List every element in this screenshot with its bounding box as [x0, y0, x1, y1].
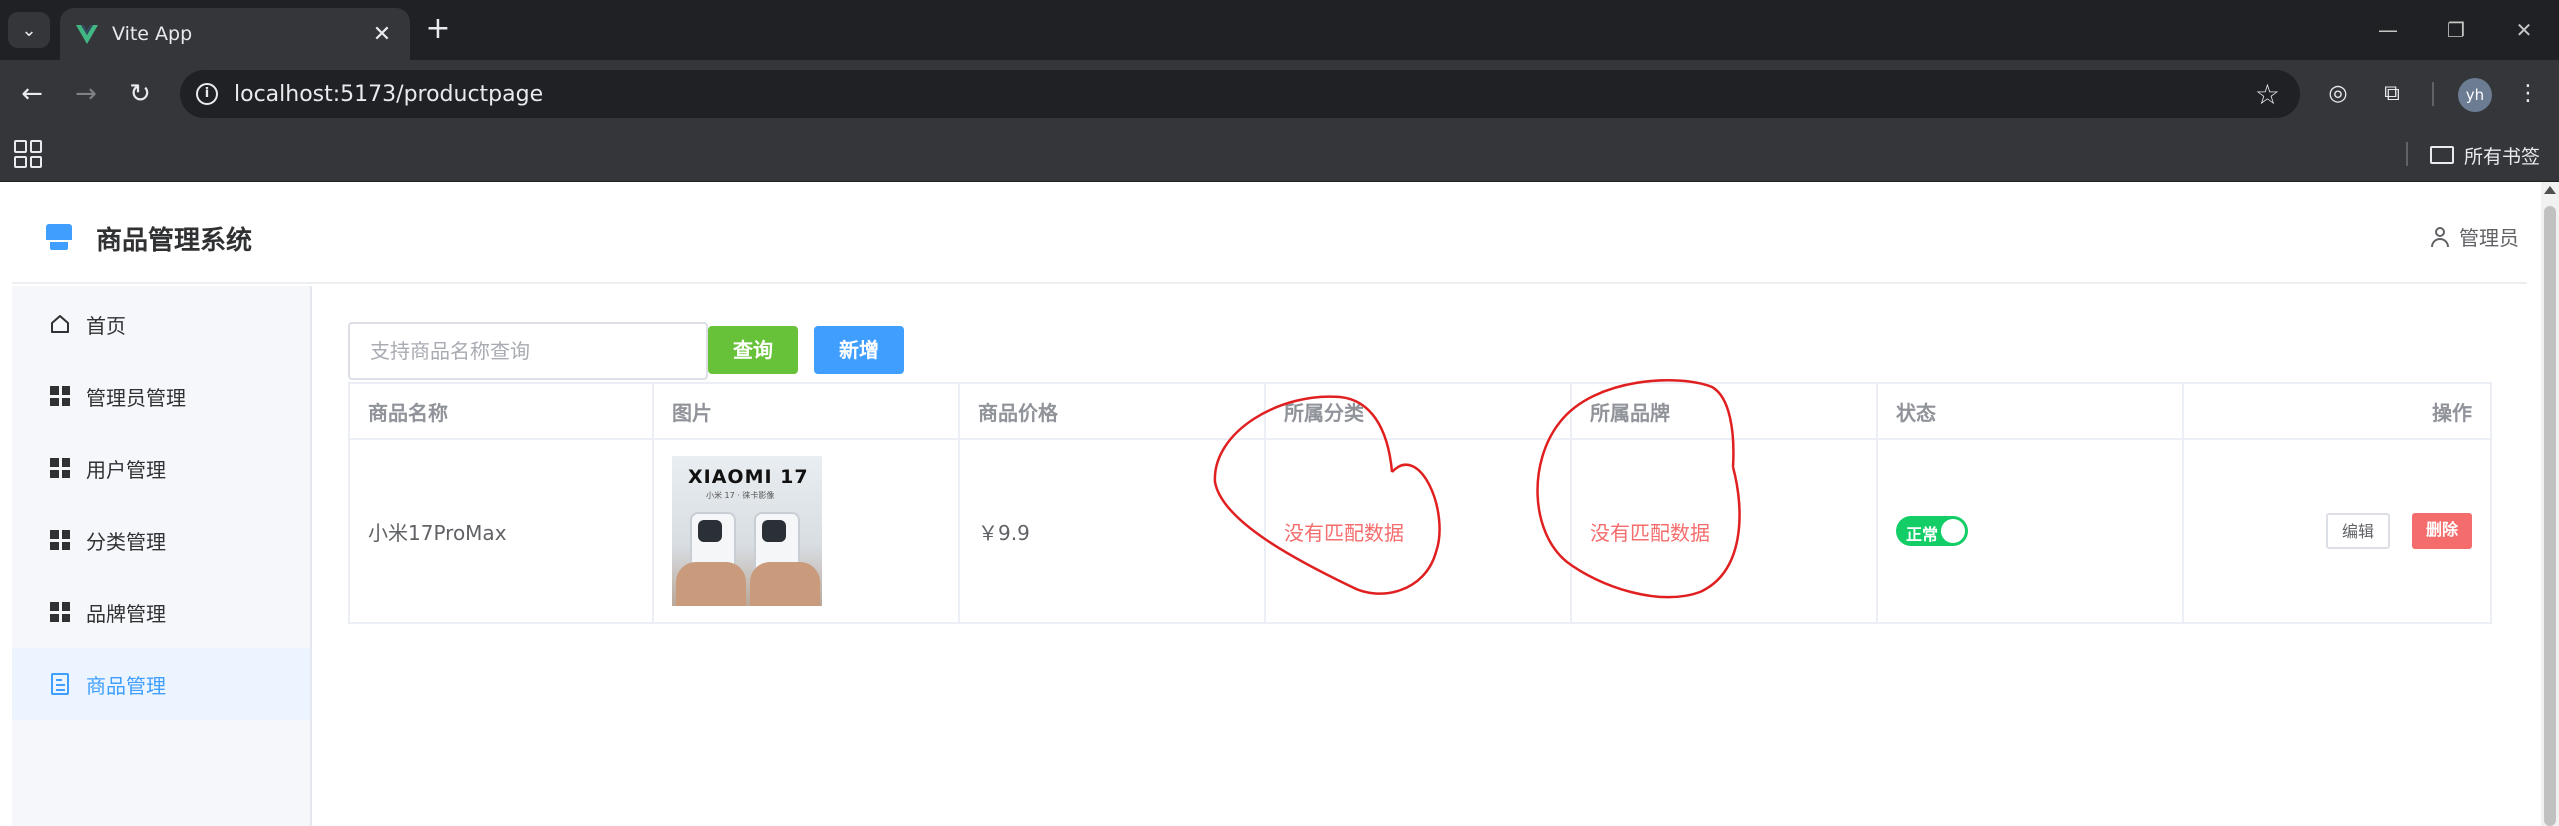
url-text[interactable]: localhost:5173/productpage — [234, 82, 2255, 107]
all-bookmarks-folder[interactable]: 所有书签 — [2430, 140, 2540, 170]
column-header: 图片 — [654, 384, 960, 438]
home-icon — [48, 312, 72, 336]
minimize-button[interactable]: — — [2364, 10, 2412, 50]
grid-icon — [48, 600, 72, 624]
sidebar-item-label: 用户管理 — [86, 457, 166, 482]
column-header: 所属品牌 — [1572, 384, 1878, 438]
image-subtitle: 小米 17 · 徕卡影像 — [706, 491, 775, 500]
brand-value: 没有匹配数据 — [1572, 440, 1878, 622]
column-header: 商品名称 — [348, 384, 654, 438]
site-info-icon[interactable]: i — [196, 83, 218, 105]
grid-icon — [48, 384, 72, 408]
grid-icon — [48, 528, 72, 552]
shop-logo-icon — [46, 224, 72, 250]
user-menu[interactable]: 管理员 — [2431, 222, 2519, 251]
incognito-icon[interactable]: ◎ — [2318, 74, 2358, 114]
extensions-icon[interactable]: ⧉ — [2372, 74, 2412, 114]
table-header-row: 商品名称 图片 商品价格 所属分类 所属品牌 状态 操作 — [348, 382, 2492, 440]
restore-button[interactable]: ❐ — [2432, 10, 2480, 50]
forward-button[interactable]: → — [66, 74, 106, 114]
back-button[interactable]: ← — [12, 74, 52, 114]
sidebar-item-products[interactable]: 商品管理 — [12, 648, 310, 720]
sidebar-item-admins[interactable]: 管理员管理 — [12, 360, 310, 432]
apps-grid-icon[interactable] — [14, 140, 42, 168]
query-button[interactable]: 查询 — [708, 326, 798, 374]
switch-knob — [1941, 519, 1965, 543]
page-viewport: 商品管理系统 管理员 首页 管理员管理 用户管理 分类管理 品牌管理 商品管理 … — [0, 182, 2559, 826]
user-icon — [2431, 226, 2449, 247]
bookmarks-separator — [2406, 142, 2408, 166]
bookmark-star-icon[interactable]: ☆ — [2255, 78, 2280, 111]
folder-icon — [2430, 146, 2454, 164]
main-content: 查询 新增 商品名称 图片 商品价格 所属分类 所属品牌 状态 操作 小米17P… — [314, 286, 2527, 826]
status-label: 正常 — [1906, 525, 1939, 544]
grid-icon — [48, 456, 72, 480]
delete-button[interactable]: 删除 — [2411, 513, 2472, 549]
address-bar[interactable]: i localhost:5173/productpage ☆ — [180, 70, 2300, 118]
user-name: 管理员 — [2459, 226, 2519, 250]
document-icon — [48, 672, 72, 696]
more-menu-icon[interactable]: ⋮ — [2508, 74, 2548, 114]
sidebar-item-label: 品牌管理 — [86, 601, 166, 626]
sidebar-item-brands[interactable]: 品牌管理 — [12, 576, 310, 648]
profile-avatar[interactable]: yh — [2458, 78, 2492, 112]
column-header: 商品价格 — [960, 384, 1266, 438]
column-header: 操作 — [2184, 384, 2492, 438]
table-row: 小米17ProMax XIAOMI 17 小米 17 · 徕卡影像 ￥9.9 没… — [348, 440, 2492, 624]
status-switch[interactable]: 正常 — [1896, 516, 1968, 546]
product-table: 商品名称 图片 商品价格 所属分类 所属品牌 状态 操作 小米17ProMax … — [348, 382, 2492, 624]
tab-close-icon[interactable]: ✕ — [368, 22, 396, 47]
product-image[interactable]: XIAOMI 17 小米 17 · 徕卡影像 — [672, 456, 822, 606]
product-price: ￥9.9 — [960, 440, 1266, 622]
sidebar-item-label: 分类管理 — [86, 529, 166, 554]
sidebar-item-label: 管理员管理 — [86, 385, 186, 410]
search-input[interactable] — [348, 322, 708, 380]
add-button[interactable]: 新增 — [814, 326, 904, 374]
reload-button[interactable]: ↻ — [120, 74, 160, 114]
app-header: 商品管理系统 管理员 — [12, 182, 2527, 284]
product-name: 小米17ProMax — [348, 440, 654, 622]
status-cell: 正常 — [1878, 440, 2184, 622]
scroll-up-arrow-icon[interactable] — [2544, 186, 2556, 194]
chevron-down-icon: ⌄ — [21, 19, 37, 41]
column-header: 状态 — [1878, 384, 2184, 438]
tab-title: Vite App — [112, 23, 193, 45]
bookmarks-bar: 所有书签 — [0, 128, 2559, 182]
sidebar-item-home[interactable]: 首页 — [12, 288, 310, 360]
vue-logo-icon — [76, 25, 98, 44]
sidebar-item-label: 商品管理 — [86, 673, 166, 698]
category-value: 没有匹配数据 — [1266, 440, 1572, 622]
browser-toolbar: ← → ↻ i localhost:5173/productpage ☆ ◎ ⧉… — [0, 60, 2559, 128]
column-header: 所属分类 — [1266, 384, 1572, 438]
actions-cell: 编辑 删除 — [2184, 440, 2492, 622]
close-window-button[interactable]: ✕ — [2500, 10, 2548, 50]
edit-button[interactable]: 编辑 — [2325, 513, 2390, 549]
bookmark-folder-label: 所有书签 — [2464, 145, 2541, 168]
product-image-cell: XIAOMI 17 小米 17 · 徕卡影像 — [654, 440, 960, 622]
browser-tabstrip: ⌄ Vite App ✕ + — ❐ ✕ — [0, 0, 2559, 60]
image-brand-text: XIAOMI 17 — [688, 466, 809, 488]
sidebar-item-users[interactable]: 用户管理 — [12, 432, 310, 504]
app-title: 商品管理系统 — [96, 226, 253, 256]
scroll-thumb[interactable] — [2544, 206, 2556, 826]
browser-tab[interactable]: Vite App ✕ — [60, 8, 410, 60]
sidebar-item-categories[interactable]: 分类管理 — [12, 504, 310, 576]
page-scrollbar[interactable] — [2541, 182, 2559, 826]
new-tab-button[interactable]: + — [420, 12, 456, 48]
sidebar: 首页 管理员管理 用户管理 分类管理 品牌管理 商品管理 — [12, 286, 312, 826]
toolbar-separator — [2432, 82, 2434, 106]
sidebar-item-label: 首页 — [86, 313, 126, 338]
tab-search-button[interactable]: ⌄ — [8, 12, 50, 48]
